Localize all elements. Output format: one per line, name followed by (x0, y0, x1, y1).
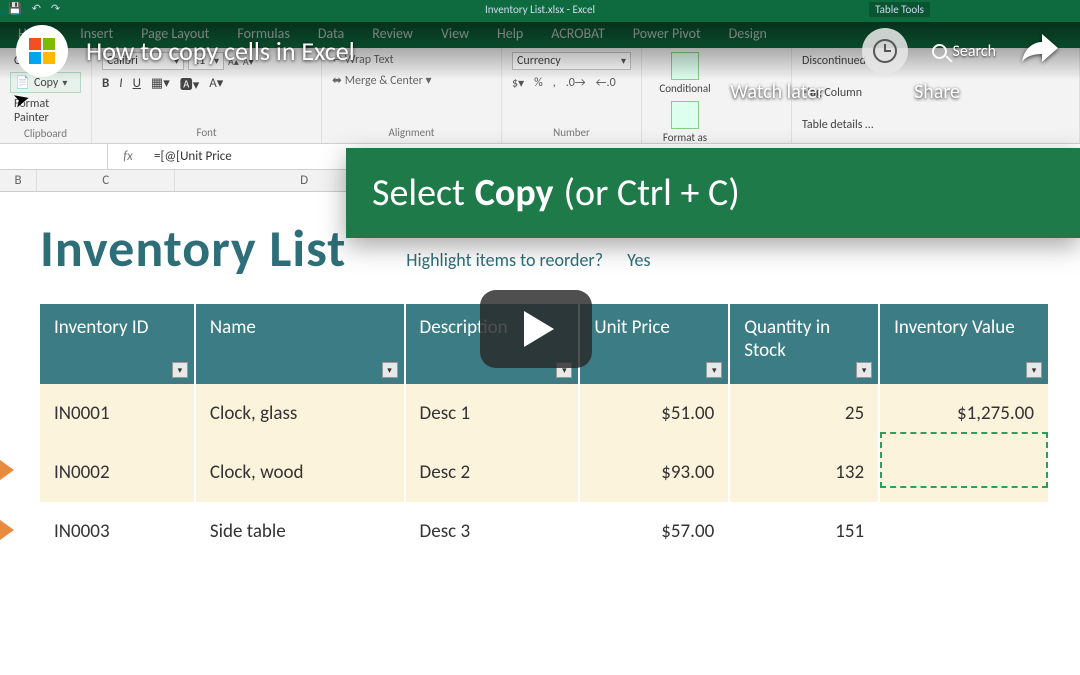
watch-later-button[interactable] (862, 28, 908, 74)
cell[interactable]: 151 (729, 502, 879, 561)
youtube-top-right: Search (862, 28, 1061, 74)
quick-access-toolbar[interactable]: 💾 ↶ ↷ (8, 2, 60, 15)
search-label: Search (953, 42, 997, 61)
cell[interactable]: Desc 3 (405, 502, 580, 561)
group-label: Clipboard (10, 127, 81, 142)
reorder-flag-icon (0, 460, 14, 480)
table-row[interactable]: IN0003 Side table Desc 3 $57.00 151 (40, 502, 1049, 561)
style-table-details[interactable]: Table details … (802, 118, 1069, 132)
share-label: Share (914, 80, 960, 104)
video-title[interactable]: How to copy cells in Excel (86, 35, 355, 67)
th-label: Inventory Value (894, 316, 1015, 339)
cell[interactable]: $51.00 (579, 384, 729, 443)
cell[interactable]: $93.00 (579, 443, 729, 502)
filter-icon[interactable]: ▾ (1026, 362, 1042, 378)
th-label: Name (210, 316, 256, 339)
table-row[interactable]: IN0001 Clock, glass Desc 1 $51.00 25 $1,… (40, 384, 1049, 443)
th-unit-price[interactable]: Unit Price ▾ (579, 304, 729, 384)
cell[interactable]: 25 (729, 384, 879, 443)
group-label: Alignment (332, 126, 491, 141)
filter-icon[interactable]: ▾ (382, 362, 398, 378)
format-painter-button[interactable]: Format Painter (10, 95, 81, 127)
name-box[interactable] (0, 144, 108, 169)
filter-icon[interactable]: ▾ (172, 362, 188, 378)
search-button[interactable]: Search (932, 42, 997, 61)
col-B[interactable]: B (0, 170, 37, 191)
reorder-question: Highlight items to reorder? (406, 249, 603, 271)
contextual-tab-label: Table Tools (869, 2, 930, 17)
cell[interactable]: Desc 1 (405, 384, 580, 443)
th-value[interactable]: Inventory Value ▾ (879, 304, 1049, 384)
cell[interactable] (879, 502, 1049, 561)
th-label: Quantity in Stock (744, 316, 830, 362)
share-button[interactable] (1020, 32, 1060, 71)
group-label: Font (102, 126, 311, 141)
formula-value[interactable]: =[@[Unit Price (148, 149, 238, 164)
microsoft-logo-icon (29, 38, 55, 64)
th-name[interactable]: Name ▾ (195, 304, 405, 384)
instruction-callout: Select Copy (or Ctrl + C) (346, 148, 1080, 238)
cell[interactable]: Desc 2 (405, 443, 580, 502)
cell[interactable]: IN0001 (40, 384, 195, 443)
reorder-answer[interactable]: Yes (627, 249, 650, 271)
undo-icon[interactable]: ↶ (32, 2, 41, 15)
channel-avatar[interactable] (16, 25, 68, 77)
worksheet[interactable]: Inventory List Highlight items to reorde… (0, 192, 1080, 672)
th-qty[interactable]: Quantity in Stock ▾ (729, 304, 879, 384)
cell[interactable]: Clock, glass (195, 384, 405, 443)
share-icon (1020, 32, 1060, 66)
play-icon (524, 311, 554, 347)
search-icon (932, 44, 947, 59)
cell[interactable]: IN0002 (40, 443, 195, 502)
format-table-icon (671, 101, 699, 129)
clock-icon (873, 39, 897, 63)
cell[interactable]: 132 (729, 443, 879, 502)
callout-post: (or Ctrl + C) (564, 170, 740, 216)
group-label: Number (512, 126, 631, 141)
cell[interactable]: $57.00 (579, 502, 729, 561)
redo-icon[interactable]: ↷ (51, 2, 60, 15)
sheet-title: Inventory List (40, 216, 346, 280)
format-as-table-button[interactable]: Format as (652, 101, 718, 144)
youtube-action-labels: Watch later Share (730, 80, 960, 104)
th-label: Inventory ID (54, 316, 148, 339)
cell[interactable]: Clock, wood (195, 443, 405, 502)
cell[interactable]: Side table (195, 502, 405, 561)
th-inventory-id[interactable]: Inventory ID ▾ (40, 304, 195, 384)
th-label: Unit Price (594, 316, 669, 339)
table-row[interactable]: IN0002 Clock, wood Desc 2 $93.00 132 (40, 443, 1049, 502)
conditional-label: Conditional (659, 82, 710, 95)
window-title: Inventory List.xlsx - Excel (485, 3, 595, 16)
play-button[interactable] (480, 290, 592, 368)
reorder-flag-icon (0, 520, 14, 540)
filter-icon[interactable]: ▾ (706, 362, 722, 378)
cell[interactable] (879, 443, 1049, 502)
fx-icon[interactable]: fx (108, 149, 148, 164)
callout-strong: Copy (475, 170, 554, 216)
cell[interactable]: IN0003 (40, 502, 195, 561)
format-as-label: Format as (663, 131, 707, 144)
title-bar: 💾 ↶ ↷ Inventory List.xlsx - Excel Table … (0, 0, 1080, 18)
save-icon[interactable]: 💾 (8, 2, 22, 15)
cell-selected[interactable]: $1,275.00 (879, 384, 1049, 443)
watch-later-label: Watch later (730, 80, 824, 104)
callout-pre: Select (372, 170, 465, 216)
filter-icon[interactable]: ▾ (856, 362, 872, 378)
col-C[interactable]: C (37, 170, 175, 191)
